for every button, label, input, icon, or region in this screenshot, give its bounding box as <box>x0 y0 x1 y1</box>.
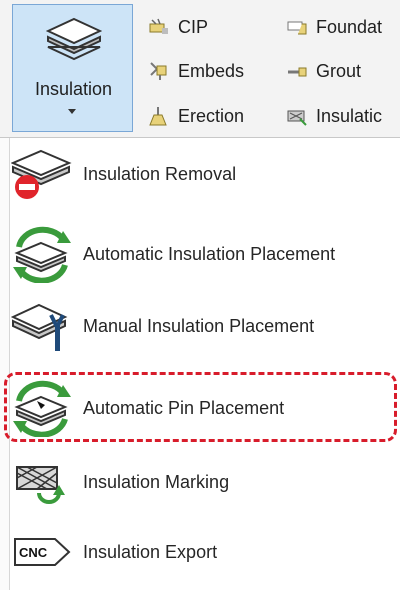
svg-text:CNC: CNC <box>19 545 48 560</box>
ribbon-item-insulation[interactable]: Insulatic <box>286 101 382 131</box>
foundation-icon <box>287 21 307 35</box>
insulation-export-icon: CNC <box>11 523 73 581</box>
ribbon-item-label: Grout <box>316 60 362 81</box>
ribbon-item-label: Embeds <box>178 60 245 81</box>
ribbon-item-embeds[interactable]: Embeds <box>148 56 244 86</box>
erection-icon <box>149 107 167 126</box>
insulation-layers-icon <box>46 17 102 61</box>
insulation-marking-icon <box>11 453 73 511</box>
menu-item-automatic-insulation-placement[interactable]: Automatic Insulation Placement <box>9 224 400 284</box>
cip-icon <box>149 18 168 34</box>
automatic-insulation-placement-icon <box>11 225 73 283</box>
embeds-icon <box>150 62 167 80</box>
menu-item-label: Insulation Marking <box>83 471 230 492</box>
menu-item-insulation-marking[interactable]: Insulation Marking <box>9 452 400 512</box>
highlight-outline <box>4 372 397 442</box>
insulation-button-label: Insulation <box>34 79 113 99</box>
menu-item-insulation-removal[interactable]: Insulation Removal <box>9 144 400 204</box>
menu-item-insulation-export[interactable]: CNC Insulation Export <box>9 522 400 582</box>
ribbon-item-erection[interactable]: Erection <box>148 101 244 131</box>
ribbon-item-grout[interactable]: Grout <box>286 56 361 86</box>
insulation-dropdown-button[interactable]: Insulation <box>12 4 133 132</box>
menu-item-label: Insulation Removal <box>83 163 237 184</box>
ribbon: Insulation CIP Embeds Erection Foundat G… <box>0 0 400 139</box>
insulation-small-icon <box>287 110 307 126</box>
ribbon-item-label: Insulatic <box>316 105 383 126</box>
left-gutter <box>0 138 9 590</box>
ribbon-item-label: Foundat <box>316 16 383 37</box>
menu-item-manual-insulation-placement[interactable]: Manual Insulation Placement <box>9 296 400 356</box>
menu-item-label: Automatic Insulation Placement <box>83 243 336 264</box>
ribbon-item-label: Erection <box>178 105 245 126</box>
ribbon-item-foundation[interactable]: Foundat <box>286 12 382 42</box>
ribbon-item-cip[interactable]: CIP <box>148 12 208 42</box>
grout-icon <box>288 67 307 77</box>
manual-insulation-placement-icon <box>11 297 73 355</box>
ribbon-item-label: CIP <box>178 16 209 37</box>
menu-item-label: Insulation Export <box>83 541 218 562</box>
insulation-removal-icon <box>11 145 73 203</box>
menu-item-label: Manual Insulation Placement <box>83 315 315 336</box>
chevron-down-icon <box>68 109 76 114</box>
